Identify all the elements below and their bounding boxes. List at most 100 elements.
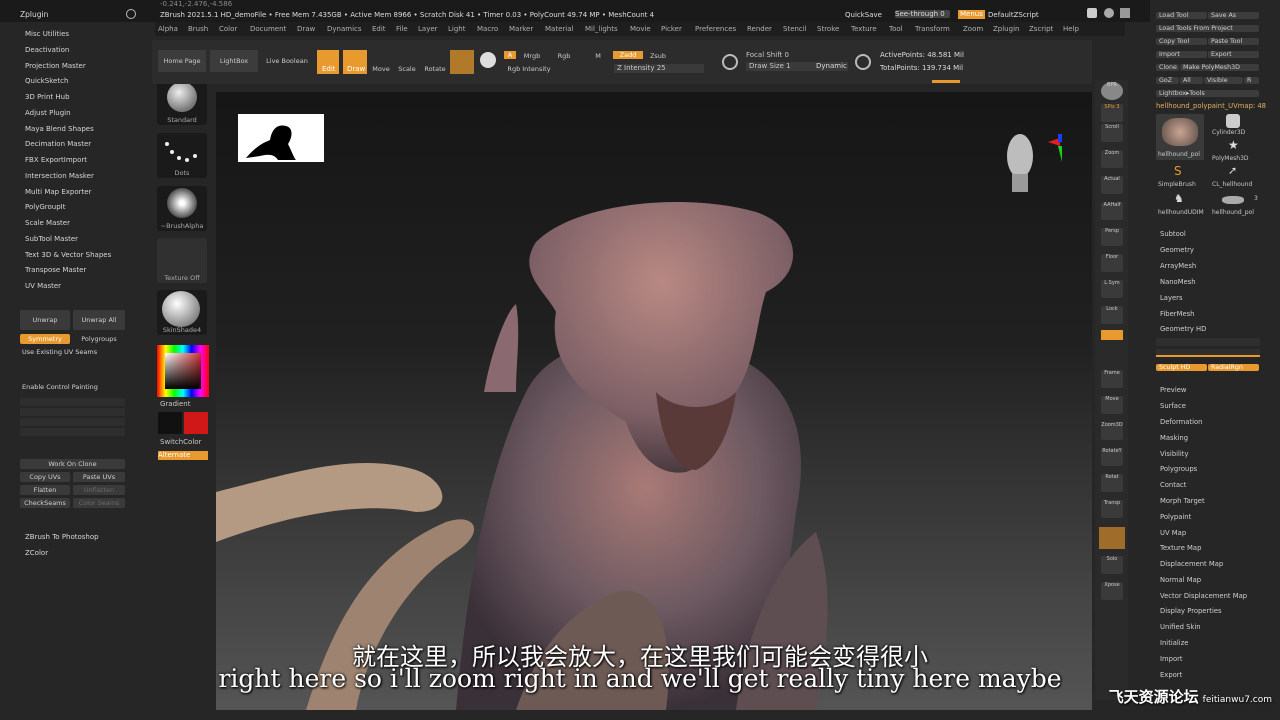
subtool-section[interactable]: Subtool (1160, 230, 1186, 238)
menu-material[interactable]: Material (545, 25, 573, 33)
export-tool-button[interactable]: Export (1208, 51, 1259, 58)
menu-brush[interactable]: Brush (188, 25, 208, 33)
a-toggle[interactable]: A (504, 51, 516, 59)
gear-icon[interactable] (1104, 8, 1114, 18)
radial-region-button[interactable]: RadialRgn (1208, 364, 1259, 371)
menu-file[interactable]: File (396, 25, 408, 33)
zplugin-title[interactable]: Zplugin (20, 10, 48, 20)
copy-tool-button[interactable]: Copy Tool (1156, 38, 1207, 45)
morph-target-section[interactable]: Morph Target (1160, 497, 1205, 505)
polygroups-section[interactable]: Polygroups (1160, 465, 1197, 473)
color-seams-button[interactable]: Color Seams (73, 498, 125, 508)
m-button[interactable]: M (592, 52, 604, 60)
plugin-deactivation[interactable]: Deactivation (25, 46, 69, 54)
plugin-transpose-master[interactable]: Transpose Master (25, 266, 86, 274)
z-intensity-slider[interactable]: Z Intensity 25 (614, 64, 704, 73)
vector-displacement-map-section[interactable]: Vector Displacement Map (1160, 592, 1247, 600)
user-icon[interactable] (1087, 8, 1097, 18)
geometry-section[interactable]: Geometry (1160, 246, 1194, 254)
stroke-dots-thumb[interactable]: Dots (157, 133, 207, 178)
menu-zscript[interactable]: Zscript (1029, 25, 1053, 33)
menu-macro[interactable]: Macro (477, 25, 498, 33)
menu-tool[interactable]: Tool (889, 25, 903, 33)
plugin-polygroupit[interactable]: PolyGroupIt (25, 203, 65, 211)
visibility-section[interactable]: Visibility (1160, 450, 1189, 458)
home-page-button[interactable]: Home Page (158, 50, 206, 72)
uv-map-section[interactable]: UV Map (1160, 529, 1186, 537)
tool-thumb-simplebrush[interactable]: S SimpleBrush (1156, 164, 1204, 190)
menu-layer[interactable]: Layer (418, 25, 438, 33)
gradient-label[interactable]: Gradient (160, 400, 190, 409)
menu-help[interactable]: Help (1063, 25, 1079, 33)
load-tools-from-project-button[interactable]: Load Tools From Project (1156, 25, 1259, 32)
texture-thumb[interactable]: Texture Off (157, 238, 207, 283)
plugin-scale-master[interactable]: Scale Master (25, 219, 70, 227)
creature-model[interactable] (216, 92, 1092, 710)
menu-picker[interactable]: Picker (661, 25, 682, 33)
layers-section[interactable]: Layers (1160, 294, 1183, 302)
menu-preferences[interactable]: Preferences (695, 25, 736, 33)
paste-tool-button[interactable]: Paste Tool (1208, 38, 1259, 45)
quicksave-button[interactable]: QuickSave (845, 11, 882, 20)
preview-section[interactable]: Preview (1160, 386, 1186, 394)
load-tool-button[interactable]: Load Tool (1156, 12, 1207, 19)
move-mode-button[interactable]: Move (370, 65, 392, 73)
tool-thumb-cl-hellhound[interactable]: ➚ CL_hellhound (1210, 164, 1262, 190)
clone-button[interactable]: Clone (1156, 64, 1179, 71)
plugin-uv-master[interactable]: UV Master (25, 282, 61, 290)
menu-alpha[interactable]: Alpha (158, 25, 178, 33)
xpose-button[interactable]: Xpose (1101, 582, 1123, 600)
local-symmetry-button[interactable]: L.Sym (1101, 280, 1123, 298)
save-as-button[interactable]: Save As (1208, 12, 1259, 19)
floor-button[interactable]: Floor (1101, 254, 1123, 272)
menu-movie[interactable]: Movie (630, 25, 651, 33)
work-on-clone-button[interactable]: Work On Clone (20, 459, 125, 469)
persp-button[interactable]: Persp (1101, 228, 1123, 246)
palette-toggle-icon[interactable] (126, 9, 136, 19)
copy-uvs-button[interactable]: Copy UVs (20, 472, 70, 482)
transp-button[interactable]: Transp (1101, 500, 1123, 518)
unwrap-all-button[interactable]: Unwrap All (73, 310, 125, 330)
zoom-button[interactable]: Zoom (1101, 150, 1123, 168)
alternate-button[interactable]: Alternate (158, 451, 208, 460)
arraymesh-section[interactable]: ArrayMesh (1160, 262, 1196, 270)
actual-button[interactable]: Actual (1101, 176, 1123, 194)
rgb-intensity-slider[interactable]: Rgb Intensity (504, 65, 554, 73)
focal-shift-slider[interactable]: Focal Shift 0 (746, 51, 789, 60)
edit-mode-button[interactable]: Edit (317, 50, 339, 74)
frame-button[interactable]: Frame (1101, 370, 1123, 388)
current-tool-slider[interactable]: hellhound_polypaint_UVmap: 48 (1156, 102, 1266, 110)
secondary-color-swatch[interactable] (158, 412, 182, 434)
flatten-button[interactable]: Flatten (20, 485, 70, 495)
plugin-adjust[interactable]: Adjust Plugin (25, 109, 71, 117)
plugin-zcolor[interactable]: ZColor (25, 549, 48, 557)
menu-zoom[interactable]: Zoom (963, 25, 983, 33)
plugin-decimation-master[interactable]: Decimation Master (25, 140, 91, 148)
rotate-view-button[interactable]: Rotat (1101, 474, 1123, 492)
goz-all-button[interactable]: All (1180, 77, 1203, 84)
main-color-swatch[interactable] (184, 412, 208, 434)
plugin-zbrush-to-photoshop[interactable]: ZBrush To Photoshop (25, 533, 99, 541)
polyframe-button[interactable] (1099, 527, 1125, 549)
polypaint-section[interactable]: Polypaint (1160, 513, 1191, 521)
texture-map-section[interactable]: Texture Map (1160, 544, 1201, 552)
surface-section[interactable]: Surface (1160, 402, 1186, 410)
draw-size-slider[interactable]: Draw Size 1 Dynamic (746, 62, 848, 71)
menu-transform[interactable]: Transform (915, 25, 950, 33)
plugin-subtool-master[interactable]: SubTool Master (25, 235, 78, 243)
plugin-maya-blend-shapes[interactable]: Maya Blend Shapes (25, 125, 94, 133)
polygroups-toggle[interactable]: Polygroups (73, 334, 125, 344)
move-view-button[interactable]: Move (1101, 396, 1123, 414)
spix-slider[interactable]: SPix 3 (1101, 104, 1123, 122)
contact-section[interactable]: Contact (1160, 481, 1186, 489)
plugin-text-3d[interactable]: Text 3D & Vector Shapes (25, 251, 111, 259)
menu-light[interactable]: Light (448, 25, 465, 33)
viewport-canvas[interactable] (216, 92, 1092, 710)
sphere-toggle-icon[interactable] (480, 52, 496, 68)
goz-button[interactable]: GoZ (1156, 77, 1179, 84)
make-polymesh3d-button[interactable]: Make PolyMesh3D (1180, 64, 1259, 71)
plugin-quicksketch[interactable]: QuickSketch (25, 77, 68, 85)
lightbox-button[interactable]: LightBox (210, 50, 258, 72)
tool-thumb-hellhound-pol-2[interactable]: 3 hellhound_pol (1210, 192, 1262, 218)
enable-control-painting-toggle[interactable]: Enable Control Painting (22, 383, 98, 391)
